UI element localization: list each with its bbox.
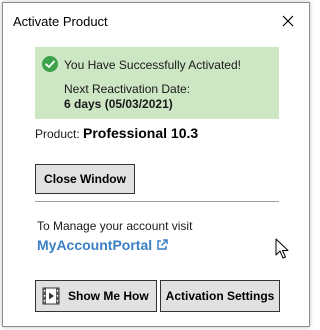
window-title: Activate Product	[13, 14, 108, 29]
activation-settings-label: Activation Settings	[165, 289, 275, 303]
divider	[35, 201, 279, 202]
portal-link-label: MyAccountPortal	[37, 237, 153, 253]
show-me-how-button[interactable]: Show Me How	[35, 280, 157, 312]
product-name: Professional 10.3	[83, 125, 199, 141]
film-icon	[42, 287, 60, 305]
activation-settings-button[interactable]: Activation Settings	[160, 280, 280, 312]
my-account-portal-link[interactable]: MyAccountPortal	[37, 237, 168, 253]
manage-account-text: To Manage your account visit	[37, 219, 193, 233]
activation-status-panel: You Have Successfully Activated! Next Re…	[35, 47, 279, 119]
mouse-pointer-icon	[275, 238, 289, 259]
reactivation-date: 6 days (05/03/2021)	[64, 97, 173, 111]
title-bar: Activate Product	[3, 3, 309, 39]
reactivation-label: Next Reactivation Date:	[64, 82, 191, 96]
close-window-button[interactable]: Close Window	[35, 164, 135, 194]
close-window-label: Close Window	[44, 172, 126, 186]
activate-product-dialog: Activate Product You Have Successfully A…	[2, 2, 310, 327]
close-icon[interactable]	[273, 7, 303, 35]
success-message: You Have Successfully Activated!	[64, 58, 241, 72]
show-me-how-label: Show Me How	[68, 289, 149, 303]
product-label: Product:	[35, 127, 80, 141]
check-circle-icon	[42, 56, 58, 72]
external-link-icon	[157, 239, 168, 250]
